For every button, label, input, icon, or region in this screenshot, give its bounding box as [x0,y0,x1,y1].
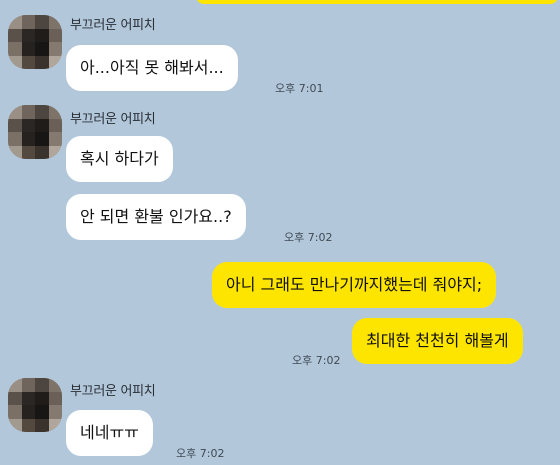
message-time: 오후 7:02 [284,231,333,244]
message-time: 오후 7:02 [292,354,341,367]
message-time: 오후 7:01 [275,82,324,95]
avatar-icon[interactable] [8,378,62,432]
avatar-icon[interactable] [8,15,62,69]
incoming-message[interactable]: 혹시 하다가 [66,136,173,182]
incoming-message[interactable]: 네네ㅠㅠ [66,410,153,456]
sender-name: 부끄러운 어피치 [70,112,156,127]
outgoing-message[interactable]: 아니 그래도 만나기까지했는데 줘야지; [212,262,497,308]
previous-outgoing-bubble [196,0,558,4]
avatar-icon[interactable] [8,105,62,159]
sender-name: 부끄러운 어피치 [70,18,156,33]
message-time: 오후 7:02 [176,447,225,460]
sender-name: 부끄러운 어피치 [70,384,156,399]
incoming-message[interactable]: 안 되면 환불 인가요..? [66,194,246,240]
outgoing-message[interactable]: 최대한 천천히 해볼게 [352,318,523,364]
incoming-message[interactable]: 아...아직 못 해봐서... [66,45,238,91]
